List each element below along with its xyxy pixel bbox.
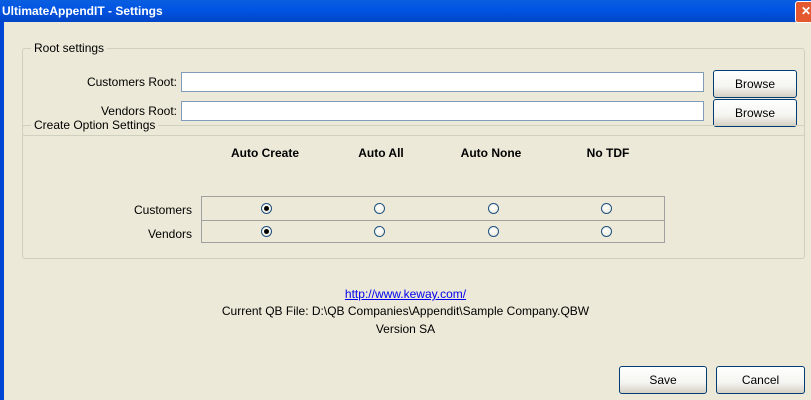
customers-auto-all-radio[interactable] <box>374 203 385 214</box>
website-link[interactable]: http://www.keway.com/ <box>0 287 811 301</box>
cancel-button[interactable]: Cancel <box>716 366 805 394</box>
window-border <box>0 22 4 400</box>
row-label-customers: Customers <box>133 203 192 217</box>
customers-auto-none-radio[interactable] <box>488 203 499 214</box>
customers-no-tdf-radio[interactable] <box>601 203 612 214</box>
title-bar: UltimateAppendIT - Settings ✕ <box>0 0 811 23</box>
vendors-no-tdf-radio[interactable] <box>601 226 612 237</box>
col-auto-none: Auto None <box>460 146 522 160</box>
save-button[interactable]: Save <box>619 366 707 394</box>
close-button[interactable]: ✕ <box>795 1 811 23</box>
root-settings-legend: Root settings <box>31 41 108 55</box>
vendors-root-label: Vendors Root: <box>100 104 177 118</box>
customers-browse-button[interactable]: Browse <box>713 70 797 98</box>
version-text: Version SA <box>375 322 436 336</box>
vendors-auto-all-radio[interactable] <box>374 226 385 237</box>
window-title: UltimateAppendIT - Settings <box>2 4 163 18</box>
close-icon: ✕ <box>800 4 811 18</box>
vendors-browse-button[interactable]: Browse <box>713 99 797 127</box>
customers-option-row <box>202 197 664 219</box>
row-label-vendors: Vendors <box>147 227 192 241</box>
customers-root-label: Customers Root: <box>86 75 177 89</box>
col-auto-all: Auto All <box>358 146 404 160</box>
create-options-legend: Create Option Settings <box>31 118 159 132</box>
col-no-tdf: No TDF <box>586 146 630 160</box>
vendors-auto-create-radio[interactable] <box>261 226 272 237</box>
vendors-option-row <box>202 220 664 243</box>
col-auto-create: Auto Create <box>230 146 299 160</box>
create-options-grid <box>201 196 665 243</box>
vendors-root-input[interactable] <box>181 101 704 121</box>
customers-auto-create-radio[interactable] <box>261 203 272 214</box>
customers-root-input[interactable] <box>181 72 704 92</box>
vendors-auto-none-radio[interactable] <box>488 226 499 237</box>
current-qb-file: Current QB File: D:\QB Companies\Appendi… <box>221 304 590 318</box>
